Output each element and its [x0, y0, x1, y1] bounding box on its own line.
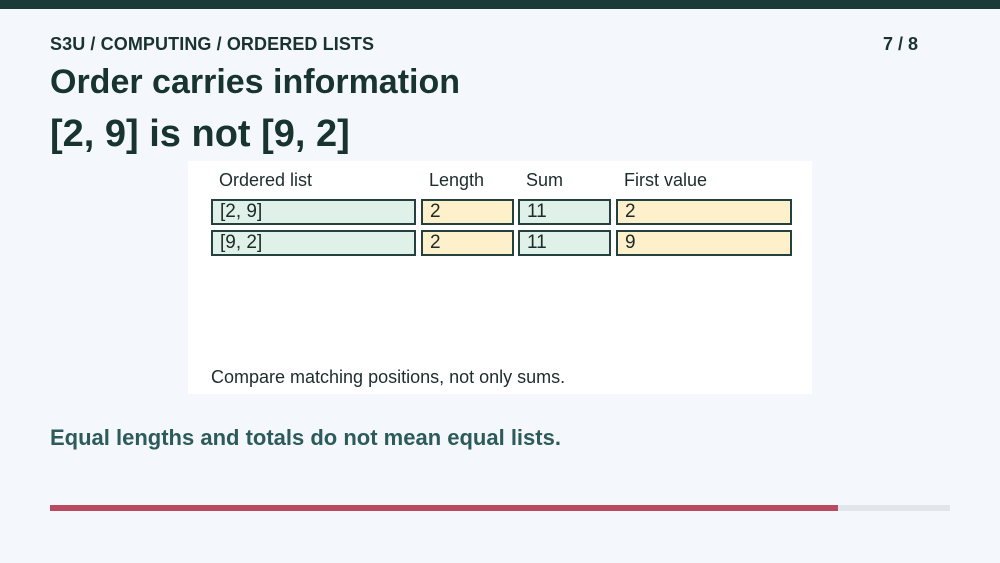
cell-length: 2 [421, 199, 514, 225]
breadcrumb: S3U / COMPUTING / ORDERED LISTS [50, 34, 375, 54]
progress-bar [50, 505, 950, 511]
slide-subtitle: [2, 9] is not [9, 2] [50, 113, 350, 155]
cell-ordered-list: [9, 2] [211, 230, 416, 256]
cell-sum: 11 [518, 199, 611, 225]
progress-bar-fill [50, 505, 838, 511]
top-accent-bar [0, 0, 1000, 9]
column-header-length: Length [429, 170, 485, 190]
cell-sum: 11 [518, 230, 611, 256]
cell-ordered-list: [2, 9] [211, 199, 416, 225]
slide-title: Order carries information [50, 63, 461, 101]
panel-caption: Compare matching positions, not only sum… [211, 367, 566, 387]
column-header-first-value: First value [624, 170, 708, 190]
column-header-sum: Sum [526, 170, 564, 190]
column-header-ordered-list: Ordered list [219, 170, 313, 190]
cell-first-value: 2 [616, 199, 792, 225]
cell-first-value: 9 [616, 230, 792, 256]
takeaway-text: Equal lengths and totals do not mean equ… [50, 425, 561, 450]
comparison-panel [188, 161, 812, 394]
cell-length: 2 [421, 230, 514, 256]
page-counter: 7 / 8 [882, 34, 918, 54]
